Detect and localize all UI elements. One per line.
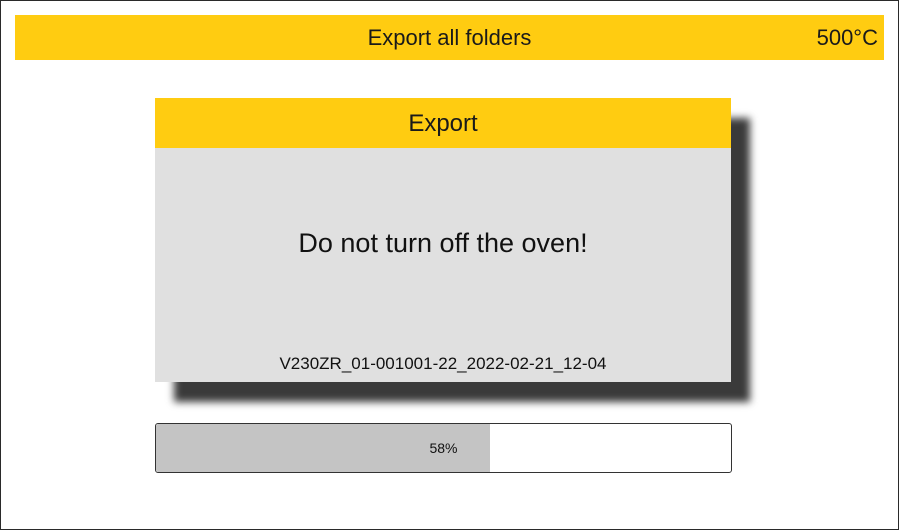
warning-message: Do not turn off the oven! (298, 228, 588, 258)
export-dialog: Export Do not turn off the oven! V230ZR_… (155, 98, 731, 382)
progress-label: 58% (429, 440, 458, 456)
page-title: Export all folders (367, 25, 532, 50)
export-progress-bar: 58% (155, 423, 732, 473)
export-filename: V230ZR_01-001001-22_2022-02-21_12-04 (279, 354, 607, 373)
oven-temperature: 500°C (816, 25, 878, 50)
top-bar: Export all folders 500°C (15, 15, 884, 60)
dialog-title: Export (155, 98, 731, 148)
